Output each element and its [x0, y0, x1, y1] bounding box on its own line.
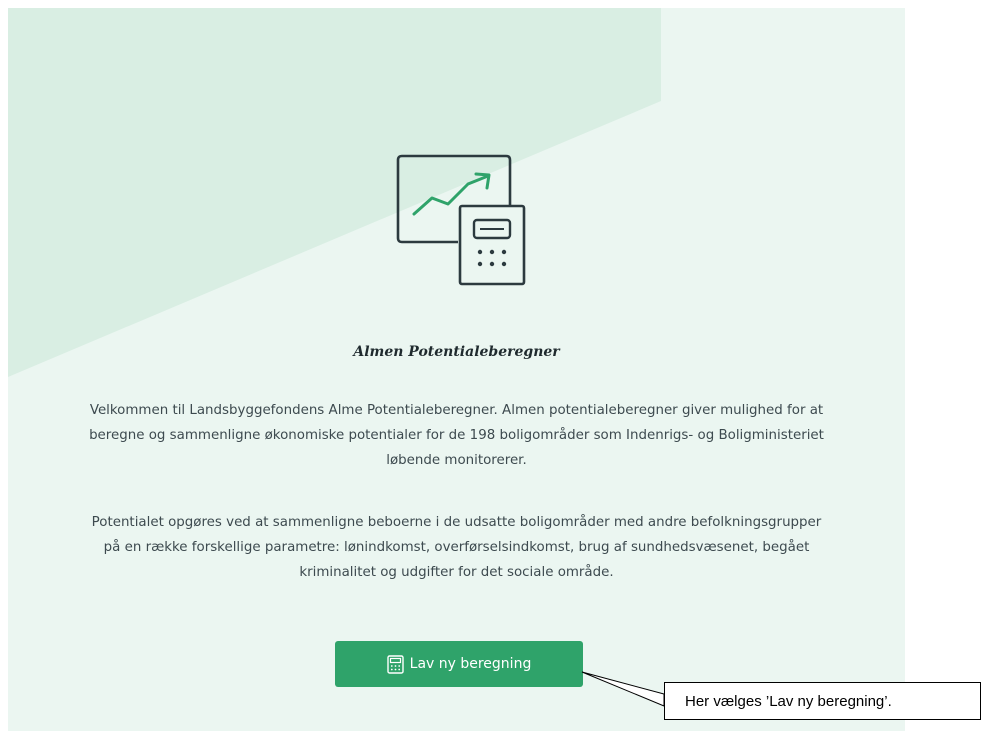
details-paragraph: Potentialet opgøres ved at sammenligne b…	[91, 515, 822, 580]
page-title: Almen Potentialeberegner	[353, 344, 560, 360]
chart-calculator-icon	[396, 154, 526, 286]
annotation-callout-text: Her vælges ’Lav ny beregning’.	[685, 692, 892, 710]
calculator-icon	[386, 654, 404, 674]
new-calculation-button[interactable]: Lav ny beregning	[335, 641, 583, 687]
new-calculation-label: Lav ny beregning	[409, 656, 532, 672]
screenshot-stage: Almen Potentialeberegner Velkommen til L…	[0, 0, 1003, 731]
background-diagonal-shape	[8, 8, 661, 377]
annotation-callout: Her vælges ’Lav ny beregning’.	[664, 682, 981, 720]
welcome-panel: Almen Potentialeberegner Velkommen til L…	[8, 8, 905, 731]
intro-paragraph: Velkommen til Landsbyggefondens Alme Pot…	[89, 403, 824, 468]
